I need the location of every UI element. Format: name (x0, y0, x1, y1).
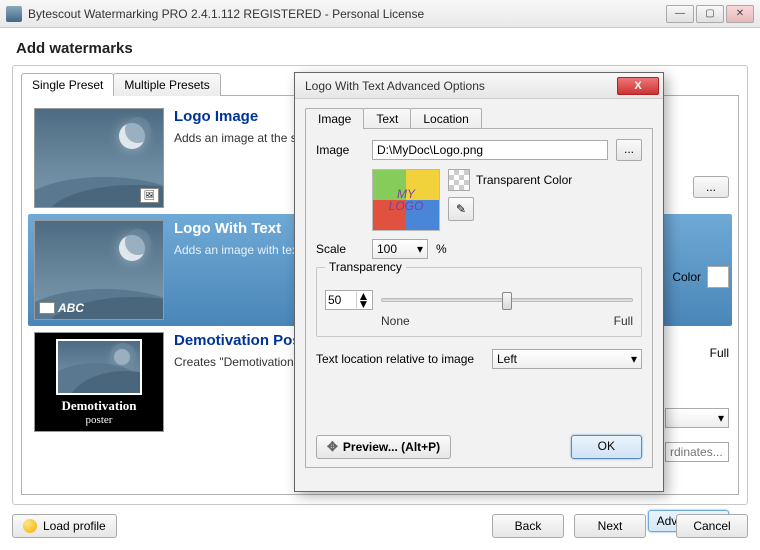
abc-badge-icon: ABC (39, 301, 84, 315)
cancel-button[interactable]: Cancel (676, 514, 748, 538)
browse-image-button[interactable]: ... (616, 139, 642, 161)
scale-label: Scale (316, 242, 364, 256)
image-path-label: Image (316, 143, 364, 157)
transparency-spinner[interactable]: ▲▼ (325, 290, 373, 310)
dropdown-fragment[interactable]: ▾ (665, 408, 729, 428)
slider-none-label: None (381, 314, 410, 328)
chevron-down-icon: ▾ (417, 242, 423, 256)
color-label: Color (672, 270, 701, 284)
eyedropper-icon: ✎ (456, 202, 466, 216)
logo-preview: MYLOGO (372, 169, 440, 231)
preset-thumb: Demotivation poster (34, 332, 164, 432)
slider-thumb[interactable] (502, 292, 512, 310)
app-icon (6, 6, 22, 22)
tab-single-preset[interactable]: Single Preset (21, 73, 114, 96)
dialog-titlebar: Logo With Text Advanced Options X (295, 73, 663, 99)
tab-multiple-presets[interactable]: Multiple Presets (113, 73, 220, 96)
advanced-options-dialog: Logo With Text Advanced Options X Image … (294, 72, 664, 492)
window-titlebar: Bytescout Watermarking PRO 2.4.1.112 REG… (0, 0, 760, 28)
back-button[interactable]: Back (492, 514, 564, 538)
chevron-down-icon: ▾ (631, 352, 637, 366)
right-panel-fragment: ... Color Full ▾ Advanced... (659, 176, 729, 532)
minimize-button[interactable]: — (666, 5, 694, 23)
slider-full-label: Full (710, 346, 729, 360)
preview-button[interactable]: ✥ Preview... (Alt+P) (316, 435, 451, 459)
chevron-down-icon: ▾ (718, 411, 724, 425)
image-path-input[interactable] (372, 140, 608, 160)
disk-icon (23, 519, 37, 533)
text-location-combo[interactable]: Left ▾ (492, 349, 642, 369)
dialog-close-button[interactable]: X (617, 77, 659, 95)
scale-suffix: % (436, 242, 447, 256)
transparency-label: Transparency (325, 260, 406, 274)
close-button[interactable]: ✕ (726, 5, 754, 23)
dialog-tab-location[interactable]: Location (410, 108, 481, 129)
move-icon: ✥ (327, 439, 338, 455)
text-location-label: Text location relative to image (316, 352, 484, 366)
transparency-group: Transparency ▲▼ None Full (316, 267, 642, 337)
slider-full-label: Full (614, 314, 633, 328)
transparent-color-swatch[interactable] (448, 169, 470, 191)
transparency-slider[interactable] (381, 298, 633, 302)
maximize-button[interactable]: ▢ (696, 5, 724, 23)
eyedropper-button[interactable]: ✎ (448, 197, 474, 221)
ok-button[interactable]: OK (571, 435, 642, 459)
browse-button[interactable]: ... (693, 176, 729, 198)
load-profile-button[interactable]: Load profile (12, 514, 117, 538)
color-swatch[interactable] (707, 266, 729, 288)
spin-down-icon[interactable]: ▼ (357, 300, 370, 308)
dialog-tab-image[interactable]: Image (305, 108, 364, 129)
preset-thumb: ABC (34, 220, 164, 320)
next-button[interactable]: Next (574, 514, 646, 538)
scale-combo[interactable]: 100 ▾ (372, 239, 428, 259)
window-title: Bytescout Watermarking PRO 2.4.1.112 REG… (28, 7, 666, 21)
transparent-color-label: Transparent Color (476, 173, 572, 187)
coordinates-input[interactable] (665, 442, 729, 462)
page-title: Add watermarks (16, 40, 748, 57)
preset-thumb: 🖼 (34, 108, 164, 208)
dialog-tab-text[interactable]: Text (363, 108, 411, 129)
image-badge-icon: 🖼 (140, 188, 159, 203)
dialog-title: Logo With Text Advanced Options (305, 79, 617, 93)
